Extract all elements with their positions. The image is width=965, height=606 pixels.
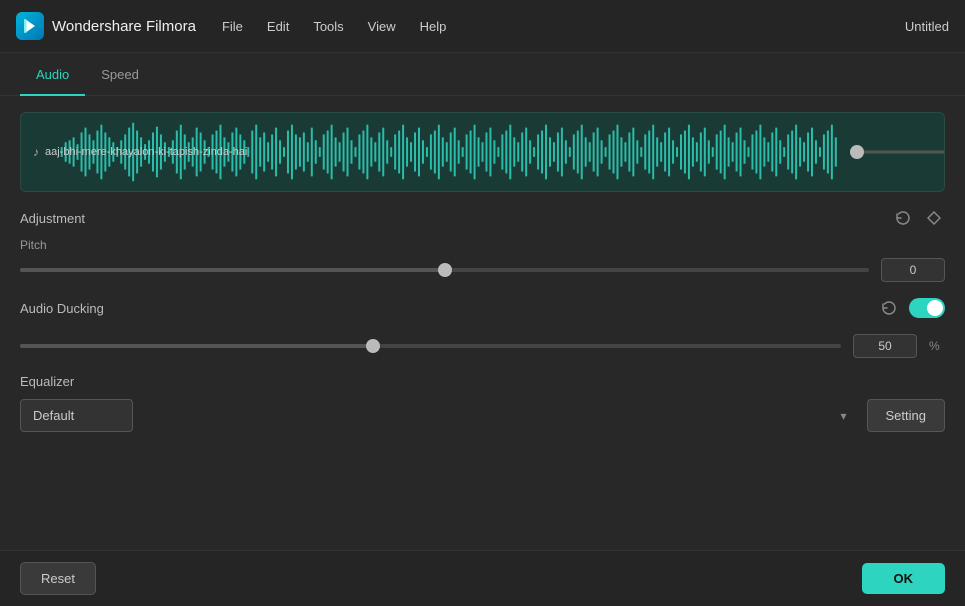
window-title: Untitled (905, 19, 949, 34)
waveform-trim-handle[interactable] (850, 145, 864, 159)
adjustment-diamond-btn[interactable] (923, 209, 945, 227)
pitch-slider-fill (20, 268, 445, 272)
logo-icon (16, 12, 44, 40)
adjustment-header: Adjustment (20, 208, 945, 228)
audio-ducking-unit: % (929, 339, 945, 353)
equalizer-section: Equalizer Default Bass Boost Treble Boos… (20, 374, 945, 432)
reset-button[interactable]: Reset (20, 562, 96, 595)
audio-ducking-slider-row: 50 % (20, 334, 945, 358)
equalizer-controls: Default Bass Boost Treble Boost Voice En… (20, 399, 945, 432)
tab-speed[interactable]: Speed (85, 53, 155, 96)
toggle-knob (927, 300, 943, 316)
pitch-slider-track[interactable] (20, 268, 869, 272)
menu-help[interactable]: Help (418, 15, 449, 38)
menu-edit[interactable]: Edit (265, 15, 291, 38)
menu-tools[interactable]: Tools (311, 15, 345, 38)
audio-ducking-slider-track[interactable] (20, 344, 841, 348)
waveform-label: ♪ aaj-bhi-mere-khayalon-ki-tapish-zinda-… (33, 145, 247, 159)
panel-audio: ♪ aaj-bhi-mere-khayalon-ki-tapish-zinda-… (0, 96, 965, 550)
pitch-label: Pitch (20, 238, 945, 252)
audio-ducking-value[interactable]: 50 (853, 334, 917, 358)
waveform-filename: aaj-bhi-mere-khayalon-ki-tapish-zinda-ha… (45, 146, 247, 158)
bottom-bar: Reset OK (0, 550, 965, 606)
music-icon: ♪ (33, 145, 39, 159)
menubar: Wondershare Filmora File Edit Tools View… (0, 0, 965, 53)
adjustment-actions (891, 208, 945, 228)
adjustment-label: Adjustment (20, 211, 85, 226)
equalizer-label: Equalizer (20, 374, 945, 389)
pitch-value[interactable]: 0 (881, 258, 945, 282)
app-name: Wondershare Filmora (52, 18, 196, 35)
audio-ducking-reset-btn[interactable] (877, 298, 901, 318)
audio-ducking-actions (877, 298, 945, 318)
tab-audio[interactable]: Audio (20, 53, 85, 96)
main-content: Audio Speed (0, 53, 965, 550)
app-logo: Wondershare Filmora (16, 12, 196, 40)
equalizer-select[interactable]: Default Bass Boost Treble Boost Voice En… (20, 399, 133, 432)
audio-ducking-header: Audio Ducking (20, 298, 945, 318)
equalizer-select-wrapper: Default Bass Boost Treble Boost Voice En… (20, 399, 857, 432)
audio-ducking-thumb[interactable] (366, 339, 380, 353)
waveform-trim-line (864, 151, 944, 154)
tabs-bar: Audio Speed (0, 53, 965, 96)
ok-button[interactable]: OK (862, 563, 946, 594)
menu-items: File Edit Tools View Help (220, 15, 905, 38)
pitch-section: Pitch 0 (20, 238, 945, 282)
menu-file[interactable]: File (220, 15, 245, 38)
menu-view[interactable]: View (366, 15, 398, 38)
equalizer-setting-btn[interactable]: Setting (867, 399, 945, 432)
audio-ducking-label: Audio Ducking (20, 301, 104, 316)
audio-ducking-toggle[interactable] (909, 298, 945, 318)
waveform-container: ♪ aaj-bhi-mere-khayalon-ki-tapish-zinda-… (20, 112, 945, 192)
pitch-slider-row: 0 (20, 258, 945, 282)
adjustment-reset-btn[interactable] (891, 208, 915, 228)
audio-ducking-fill (20, 344, 373, 348)
pitch-slider-thumb[interactable] (438, 263, 452, 277)
